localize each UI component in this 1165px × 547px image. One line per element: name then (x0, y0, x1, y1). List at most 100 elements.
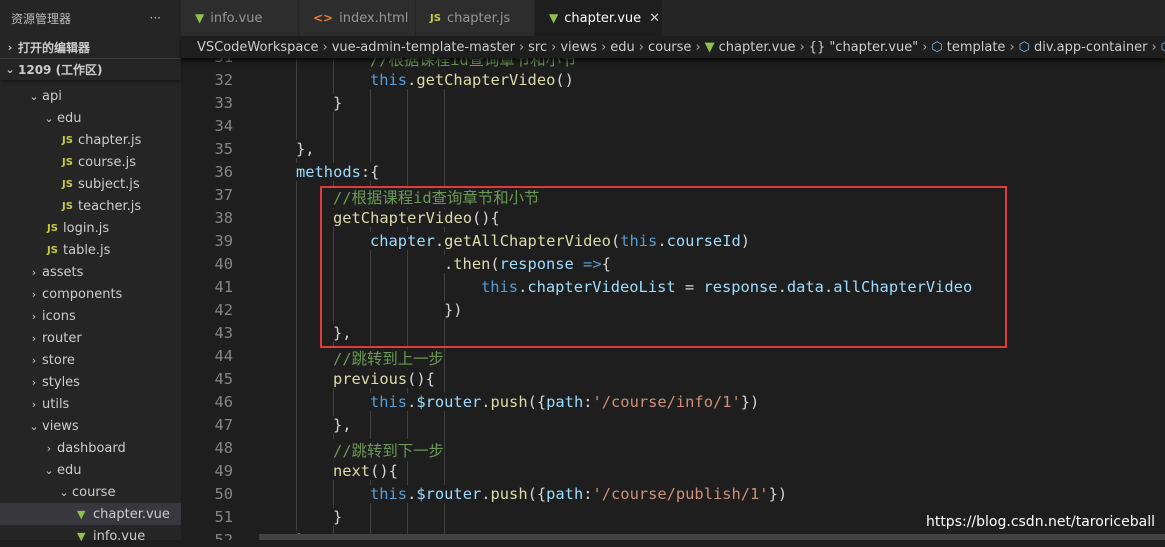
tree-item-label: styles (42, 374, 80, 390)
breadcrumb-item[interactable]: course (648, 40, 691, 55)
tree-item-table-js[interactable]: JS table.js (0, 239, 181, 261)
indent-guide (296, 48, 297, 540)
tree-item-store[interactable]: › store (0, 349, 181, 371)
line-number: 50 (214, 485, 233, 503)
chevron-down-icon: ⌄ (29, 419, 39, 433)
breadcrumb-item[interactable]: vue-admin-template-master (332, 40, 515, 55)
code-line[interactable]: this.$router.push({path:'/course/publish… (370, 485, 788, 503)
code-line[interactable]: } (333, 508, 343, 526)
chevron-right-icon: › (31, 287, 37, 301)
tab-label: chapter.js (446, 10, 511, 26)
tree-item-course[interactable]: ⌄ course (0, 481, 181, 503)
chevron-right-icon: › (922, 39, 928, 55)
code-line[interactable]: }, (296, 140, 315, 158)
tree-item-assets[interactable]: › assets (0, 261, 181, 283)
js-file-icon: JS (47, 244, 58, 256)
code-token: }, (296, 140, 315, 158)
chevron-right-icon: › (31, 353, 37, 367)
breadcrumb-item[interactable]: div.app-container (1034, 40, 1147, 55)
code-token: . (481, 485, 491, 503)
code-token: } (333, 508, 343, 526)
tree-item-label: info.vue (93, 528, 146, 544)
js-file-icon: JS (62, 178, 73, 190)
tree-item-info-vue[interactable]: ▼ info.vue (0, 525, 181, 547)
breadcrumb-item[interactable]: template (947, 40, 1006, 55)
code-line[interactable]: previous(){ (333, 370, 435, 388)
breadcrumb-item[interactable]: VSCodeWorkspace (197, 40, 318, 55)
tree-item-router[interactable]: › router (0, 327, 181, 349)
tree-item-icons[interactable]: › icons (0, 305, 181, 327)
vue-icon: ▼ (704, 39, 715, 55)
code-token: (){ (370, 462, 398, 480)
chevron-down-icon: ⌄ (5, 63, 15, 76)
tree-item-chapter-js[interactable]: JS chapter.js (0, 129, 181, 151)
tab-label: chapter.vue (564, 10, 642, 26)
tab-chapter-vue[interactable]: ▼ chapter.vue ✕ (535, 0, 663, 36)
tree-item-label: login.js (63, 220, 110, 236)
workspace-section[interactable]: ⌄ 1209 (工作区) (0, 58, 181, 80)
chevron-right-icon: › (31, 331, 37, 345)
tab-index-html[interactable]: <> index.html (299, 0, 416, 36)
code-line[interactable]: //跳转到下一步 (333, 439, 444, 461)
tree-item-login-js[interactable]: JS login.js (0, 217, 181, 239)
tree-item-edu[interactable]: ⌄ edu (0, 107, 181, 129)
tree-item-label: dashboard (57, 440, 126, 456)
tree-item-label: api (42, 88, 62, 104)
more-actions-button[interactable]: ··· (150, 11, 161, 25)
breadcrumb-item[interactable]: views (560, 40, 597, 55)
breadcrumb-item[interactable]: "chapter.vue" (829, 40, 918, 55)
tree-item-label: chapter.vue (93, 506, 170, 522)
line-number: 51 (214, 508, 233, 526)
chevron-right-icon: › (7, 40, 13, 54)
breadcrumb-item[interactable]: edu (610, 40, 635, 55)
tree-item-api[interactable]: ⌄ api (0, 85, 181, 107)
tree-item-course-js[interactable]: JS course.js (0, 151, 181, 173)
tree-item-dashboard[interactable]: › dashboard (0, 437, 181, 459)
tree-item-chapter-vue[interactable]: ▼ chapter.vue (0, 503, 181, 525)
js-file-icon: JS (62, 134, 73, 146)
close-tab-button[interactable]: ✕ (649, 11, 660, 26)
code-line[interactable]: }, (333, 416, 352, 434)
code-token: ({ (527, 393, 547, 411)
code-token: : (583, 485, 593, 503)
tree-item-edu[interactable]: ⌄ edu (0, 459, 181, 481)
tree-item-teacher-js[interactable]: JS teacher.js (0, 195, 181, 217)
code-line[interactable]: this.$router.push({path:'/course/info/1'… (370, 393, 760, 411)
tree-item-utils[interactable]: › utils (0, 393, 181, 415)
code-line[interactable]: } (333, 94, 343, 112)
cube-icon: ⬡ (1018, 39, 1030, 55)
js-file-icon: JS (62, 200, 73, 212)
code-token: } (333, 94, 343, 112)
line-number: 37 (214, 186, 233, 204)
code-line[interactable]: methods:{ (296, 163, 380, 181)
tree-item-label: table.js (63, 242, 111, 258)
tree-item-styles[interactable]: › styles (0, 371, 181, 393)
tree-item-label: edu (57, 462, 82, 478)
breadcrumb-item[interactable]: chapter.vue (719, 40, 796, 55)
tree-item-subject-js[interactable]: JS subject.js (0, 173, 181, 195)
line-number: 43 (214, 324, 233, 342)
chevron-right-icon: › (799, 39, 805, 55)
horizontal-scrollbar[interactable] (259, 534, 1165, 540)
code-token: getChapterVideo (416, 71, 556, 89)
tree-item-label: chapter.js (78, 132, 142, 148)
chevron-right-icon: › (46, 441, 52, 455)
line-number: 52 (214, 531, 233, 540)
tab-info-vue[interactable]: ▼ info.vue (181, 0, 299, 36)
breadcrumb-item[interactable]: src (528, 40, 547, 55)
line-number: 40 (214, 255, 233, 273)
js-icon: JS (430, 12, 441, 24)
code-token: this (370, 71, 408, 89)
open-editors-section[interactable]: › 打开的编辑器 (0, 36, 181, 58)
code-line[interactable]: this.getChapterVideo() (370, 71, 574, 89)
code-line[interactable]: next(){ (333, 462, 398, 480)
tree-item-views[interactable]: ⌄ views (0, 415, 181, 437)
tab-chapter-js[interactable]: JS chapter.js (416, 0, 535, 36)
cube-icon: ⬡ (931, 39, 943, 55)
js-file-icon: JS (47, 222, 58, 234)
chevron-right-icon: › (551, 39, 557, 55)
line-number: 47 (214, 416, 233, 434)
vue-icon: ▼ (195, 11, 205, 25)
code-line[interactable]: //跳转到上一步 (333, 347, 444, 369)
tree-item-components[interactable]: › components (0, 283, 181, 305)
